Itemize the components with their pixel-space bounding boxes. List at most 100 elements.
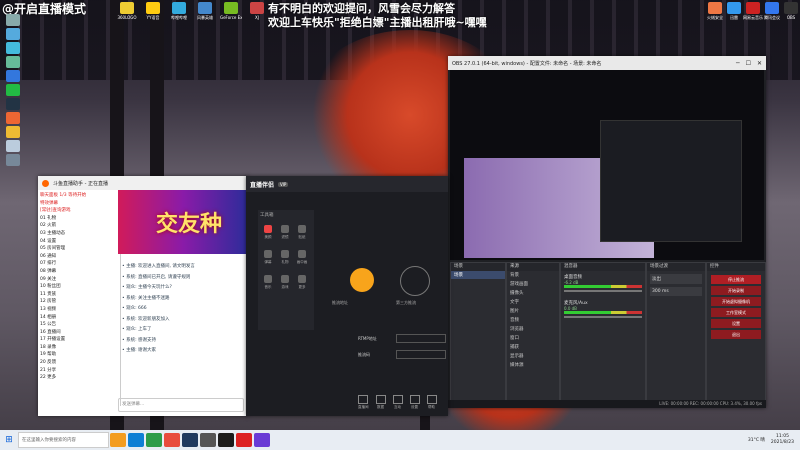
sidebar-item[interactable]: 17 开播设置	[40, 336, 118, 344]
push-icon[interactable]	[350, 268, 374, 292]
source-item[interactable]: 音频	[510, 316, 559, 325]
control-button[interactable]: 停止推流	[711, 275, 761, 284]
sidebar-item[interactable]: 13 视频	[40, 306, 118, 314]
desktop-icon[interactable]	[2, 112, 24, 125]
tool-tile[interactable]: 音乐	[261, 273, 275, 295]
tool-tile[interactable]: 贴纸	[295, 223, 309, 245]
sidebar-item-highlight[interactable]: 特效弹幕	[40, 200, 118, 208]
taskbar-app-icon[interactable]	[128, 433, 144, 447]
tool-tile[interactable]: 滤镜	[278, 223, 292, 245]
desktop-icon[interactable]	[2, 84, 24, 97]
desktop-icon[interactable]: 风暴英雄	[194, 2, 216, 21]
sidebar-item[interactable]: 20 反馈	[40, 359, 118, 367]
assistant-nav-item[interactable]: 直播间	[358, 395, 369, 410]
desktop-icon[interactable]	[2, 42, 24, 55]
sidebar-item[interactable]: 21 分享	[40, 367, 118, 375]
sidebar-item[interactable]: 09 关注	[40, 276, 118, 284]
assistant-nav-item[interactable]: 互动	[392, 395, 403, 410]
taskbar-app-icon[interactable]	[146, 433, 162, 447]
key-input[interactable]	[396, 350, 446, 359]
clock[interactable]: 11:05 2021/8/23	[771, 434, 794, 446]
source-item[interactable]: 图片	[510, 307, 559, 316]
control-button[interactable]: 工作室模式	[711, 308, 761, 317]
sidebar-item[interactable]: 14 相册	[40, 314, 118, 322]
tool-tile[interactable]: 弹幕	[261, 248, 275, 270]
desktop-icon[interactable]: GeForce Experience	[220, 2, 242, 20]
desktop-icon[interactable]	[2, 56, 24, 69]
tool-tile[interactable]: 礼物	[278, 248, 292, 270]
source-item[interactable]: 摄像头	[510, 289, 559, 298]
desktop-icon[interactable]	[2, 154, 24, 167]
volume-slider[interactable]	[564, 290, 642, 292]
weather-text[interactable]: 31°C 晴	[748, 437, 765, 443]
sidebar-item[interactable]: 11 贵族	[40, 291, 118, 299]
maximize-icon[interactable]: ☐	[746, 60, 751, 67]
source-item[interactable]: 浏览器	[510, 325, 559, 334]
taskbar-search[interactable]: 在这里输入你要搜索的内容	[18, 432, 109, 448]
sidebar-item[interactable]: 03 主播动态	[40, 230, 118, 238]
desktop-icon[interactable]	[2, 70, 24, 83]
desktop-icon[interactable]: XJ	[246, 2, 268, 20]
control-button[interactable]: 设置	[711, 319, 761, 328]
taskbar-app-icon[interactable]	[236, 433, 252, 447]
taskbar-app-icon[interactable]	[182, 433, 198, 447]
desktop-icon[interactable]: YY语音	[142, 2, 164, 21]
source-item[interactable]: 窗口	[510, 334, 559, 343]
scene-item[interactable]: 场景	[451, 271, 505, 279]
desktop-icon[interactable]	[2, 28, 24, 41]
taskbar-app-icon[interactable]	[164, 433, 180, 447]
sidebar-item[interactable]: 04 设置	[40, 238, 118, 246]
sidebar-item[interactable]: 15 公告	[40, 321, 118, 329]
control-button[interactable]: 开始录制	[711, 286, 761, 295]
desktop-icon[interactable]: 360LOGO	[116, 2, 138, 20]
duration-field[interactable]: 300 ms	[650, 287, 702, 296]
sidebar-item[interactable]: 07 排行	[40, 260, 118, 268]
chat-input[interactable]: 发送弹幕...	[118, 398, 244, 412]
taskbar-app-icon[interactable]	[200, 433, 216, 447]
source-item[interactable]: 背景	[510, 271, 559, 280]
sidebar-item[interactable]: 08 弹幕	[40, 268, 118, 276]
sidebar-item[interactable]: 06 通知	[40, 253, 118, 261]
sidebar-item[interactable]: 16 直播间	[40, 329, 118, 337]
tool-tile[interactable]: 更多	[295, 273, 309, 295]
tool-tile[interactable]: 美颜	[261, 223, 275, 245]
sidebar-item[interactable]: 18 录像	[40, 344, 118, 352]
desktop-icon[interactable]	[2, 98, 24, 111]
assistant-nav-item[interactable]: 设置	[409, 395, 420, 410]
windows-start-icon[interactable]: ⊞	[1, 433, 17, 447]
desktop-icon[interactable]	[2, 140, 24, 153]
sidebar-item-highlight[interactable]: [常驻]查询游戏	[40, 207, 118, 215]
desktop-icon[interactable]	[2, 126, 24, 139]
source-item[interactable]: 媒体源	[510, 361, 559, 370]
source-item[interactable]: 文字	[510, 298, 559, 307]
sidebar-item[interactable]: 02 火箭	[40, 222, 118, 230]
sidebar-item[interactable]: 12 房管	[40, 298, 118, 306]
sidebar-item[interactable]: 19 帮助	[40, 351, 118, 359]
close-icon[interactable]: ✕	[757, 60, 762, 67]
control-button[interactable]: 退出	[711, 330, 761, 339]
sidebar-item-highlight[interactable]: 聊天面板 1/3 等待开始	[40, 192, 118, 200]
assistant-nav-item[interactable]: 帮助	[426, 395, 437, 410]
desktop-icon[interactable]	[2, 14, 24, 27]
source-item[interactable]: 游戏画面	[510, 280, 559, 289]
source-item[interactable]: 捕获	[510, 343, 559, 352]
assistant-nav-item[interactable]: 数据	[375, 395, 386, 410]
sidebar-item[interactable]: 05 房间管理	[40, 245, 118, 253]
sidebar-item[interactable]: 10 粉丝团	[40, 283, 118, 291]
tool-tile[interactable]: 画中画	[295, 248, 309, 270]
source-item[interactable]: 显示器	[510, 352, 559, 361]
sidebar-item[interactable]: 22 更多	[40, 374, 118, 382]
tool-tile[interactable]: 游戏	[278, 273, 292, 295]
desktop-icon[interactable]: OBS	[780, 2, 800, 20]
control-button[interactable]: 开始虚拟摄像机	[711, 297, 761, 306]
taskbar-app-icon[interactable]	[254, 433, 270, 447]
taskbar-app-icon[interactable]	[110, 433, 126, 447]
third-party-icon[interactable]	[400, 266, 430, 296]
minimize-icon[interactable]: ─	[736, 60, 740, 67]
rtmp-input[interactable]	[396, 334, 446, 343]
taskbar-app-icon[interactable]	[218, 433, 234, 447]
desktop-icon[interactable]: 哔哩哔哩	[168, 2, 190, 21]
sidebar-item[interactable]: 01 礼物	[40, 215, 118, 223]
volume-slider[interactable]	[564, 316, 642, 318]
transition-select[interactable]: 淡出	[650, 274, 702, 284]
